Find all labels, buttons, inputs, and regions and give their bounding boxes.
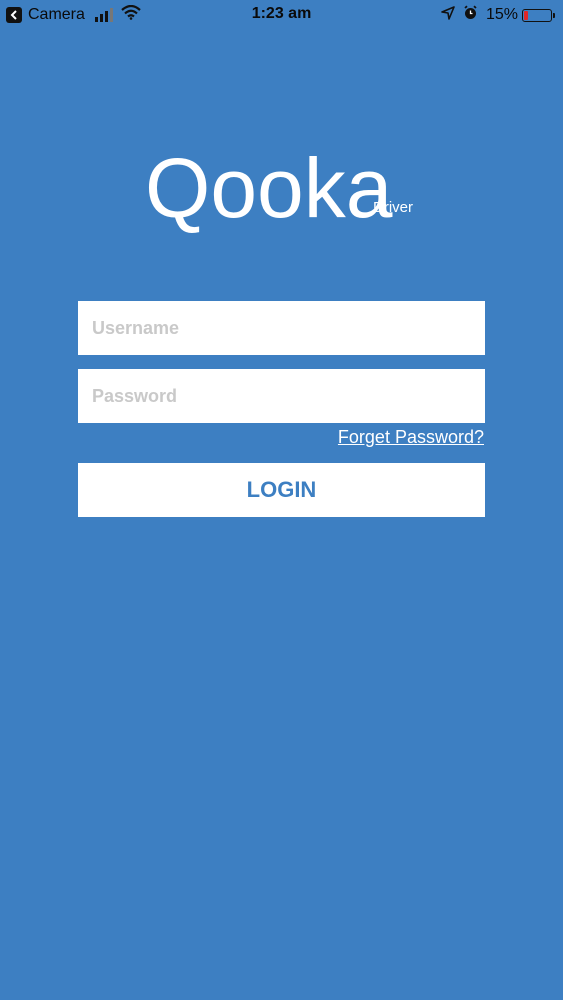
location-arrow-icon	[441, 5, 455, 25]
logo-text: Qooka	[145, 141, 393, 235]
password-input[interactable]	[78, 369, 485, 423]
forgot-password-link[interactable]: Forget Password?	[338, 427, 484, 448]
battery-icon	[522, 8, 552, 22]
alarm-icon	[463, 5, 478, 25]
battery-cap	[553, 12, 555, 18]
logo-subtitle: Driver	[373, 199, 413, 216]
app-logo: Qooka Driver	[145, 140, 413, 236]
battery-level-fill	[524, 10, 528, 20]
username-input[interactable]	[78, 301, 485, 355]
login-button[interactable]: LOGIN	[78, 463, 485, 517]
battery-percent: 15%	[485, 6, 518, 23]
status-bar-right: 15%	[441, 5, 555, 25]
status-bar: Camera 1:23 am 15%	[0, 0, 563, 30]
